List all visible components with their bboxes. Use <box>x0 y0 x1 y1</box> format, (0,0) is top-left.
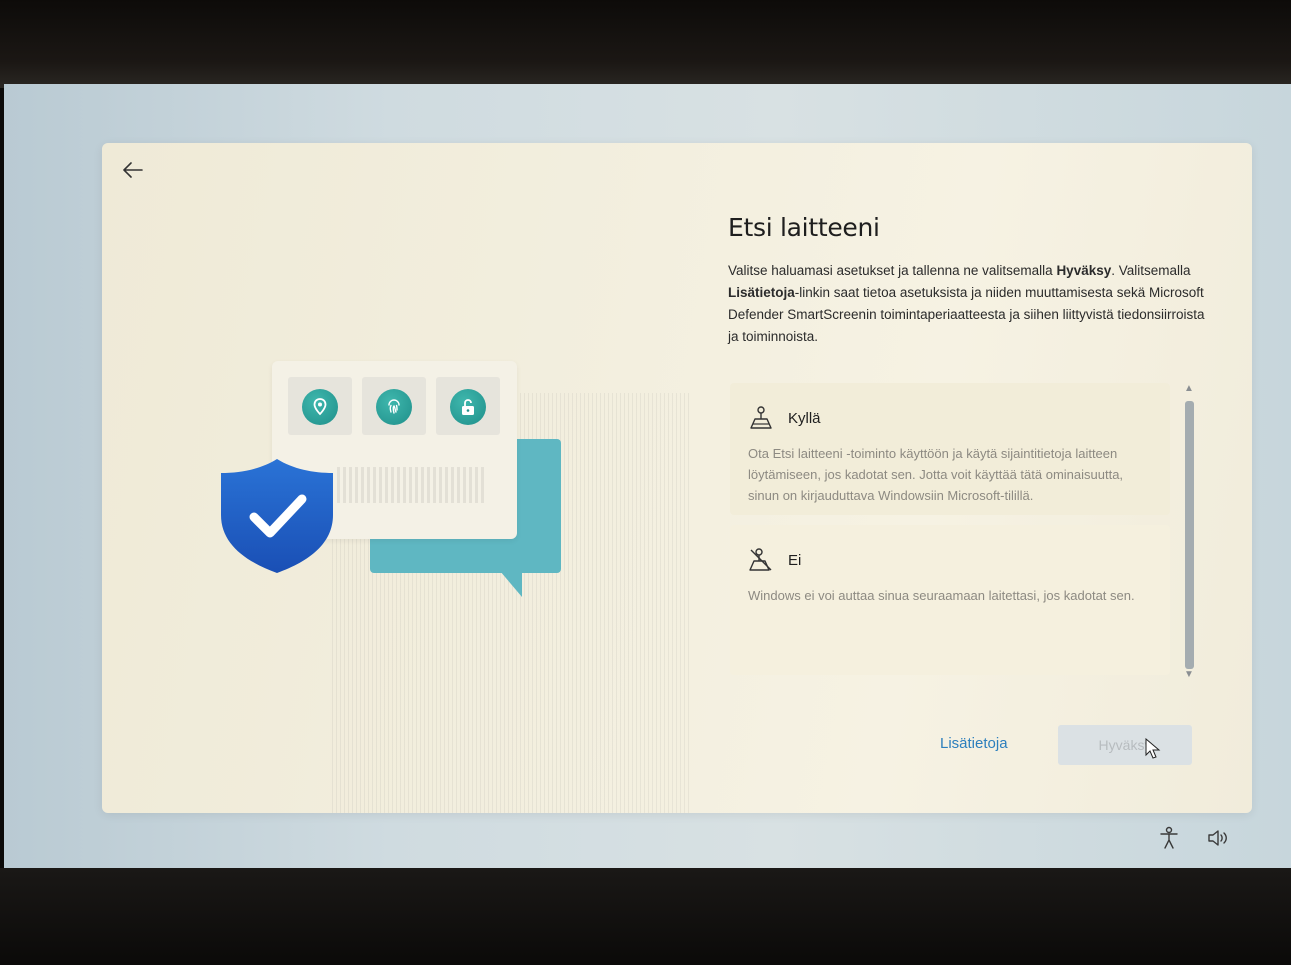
location-pin-icon <box>313 398 327 416</box>
location-off-icon <box>749 548 772 571</box>
padlock-icon <box>462 399 474 415</box>
scroll-up-icon[interactable]: ▲ <box>1184 383 1194 394</box>
monitor-bezel-top <box>0 0 1291 88</box>
setup-dialog: Etsi laitteeni Valitse haluamasi asetuks… <box>102 143 1252 813</box>
panel-placeholder-lines <box>337 467 487 503</box>
option-no[interactable]: Ei Windows ei voi auttaa sinua seuraamaa… <box>730 525 1170 675</box>
accessibility-icon[interactable] <box>1158 826 1180 850</box>
location-person-icon <box>750 406 772 429</box>
location-tile <box>288 377 352 435</box>
accept-button[interactable]: Hyväksy <box>1058 725 1192 765</box>
volume-icon[interactable] <box>1206 826 1230 850</box>
options-list: Kyllä Ota Etsi laitteeni -toiminto käytt… <box>730 383 1170 683</box>
scroll-down-icon[interactable]: ▼ <box>1184 669 1194 680</box>
option-yes-description: Ota Etsi laitteeni -toiminto käyttöön ja… <box>748 446 1124 503</box>
option-yes[interactable]: Kyllä Ota Etsi laitteeni -toiminto käytt… <box>730 383 1170 515</box>
option-no-label: Ei <box>788 551 802 569</box>
fingerprint-tile <box>362 377 426 435</box>
learn-more-link[interactable]: Lisätietoja <box>940 735 1008 752</box>
scroll-thumb[interactable] <box>1185 401 1194 669</box>
options-scrollbar[interactable]: ▲ ▼ <box>1182 383 1196 683</box>
option-yes-label: Kyllä <box>788 409 821 427</box>
page-title: Etsi laitteeni <box>728 213 880 242</box>
lock-tile <box>436 377 500 435</box>
illustration <box>102 143 702 813</box>
fingerprint-icon <box>388 399 400 414</box>
chat-bubble-tail <box>500 571 522 597</box>
option-no-description: Windows ei voi auttaa sinua seuraamaan l… <box>748 588 1135 603</box>
monitor-bezel-bottom <box>0 868 1291 965</box>
mouse-pointer-icon <box>1145 738 1161 759</box>
page-description: Valitse haluamasi asetukset ja tallenna … <box>728 263 1205 344</box>
shield-check-icon <box>221 459 333 573</box>
